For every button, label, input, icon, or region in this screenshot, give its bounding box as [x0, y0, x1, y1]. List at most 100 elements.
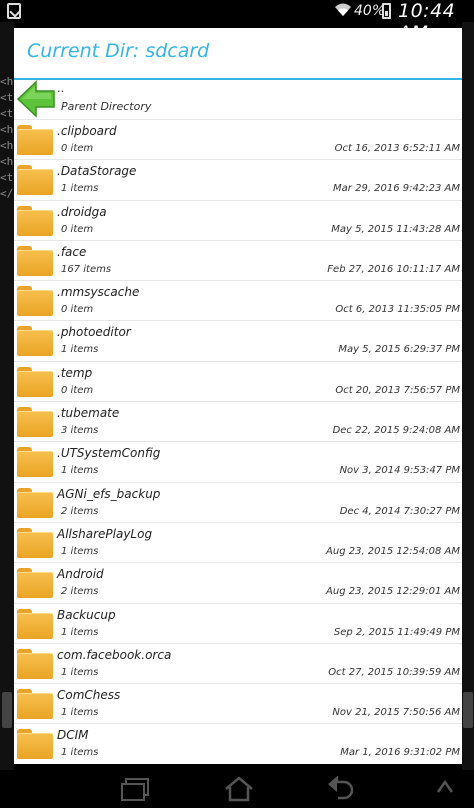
- folder-icon: [17, 608, 53, 639]
- download-icon: [7, 3, 21, 19]
- background-app-edge-right: [462, 22, 474, 770]
- folder-icon: [17, 366, 53, 397]
- folder-modified-date: May 5, 2015 6:29:37 PM: [338, 344, 460, 356]
- folder-item-count: 1 items: [61, 545, 99, 557]
- folder-name: .DataStorage: [57, 164, 137, 179]
- folder-modified-date: Sep 2, 2015 11:49:49 PM: [333, 626, 460, 638]
- folder-row[interactable]: AllsharePlayLog 1 items Aug 23, 2015 12:54…: [14, 523, 462, 564]
- code-fragment: <t: [0, 107, 14, 120]
- folder-icon: [17, 245, 53, 276]
- folder-name: .face: [57, 244, 87, 259]
- green-back-arrow-icon: [16, 80, 56, 118]
- folder-item-count: 0 item: [61, 223, 94, 235]
- folder-row[interactable]: Android 2 items Aug 23, 2015 12:29:01 AM: [14, 563, 462, 604]
- back-icon[interactable]: [326, 775, 356, 802]
- background-app-edge: <h <t <t <h <h <h <t </: [0, 22, 14, 770]
- dialog-title: Current Dir: sdcard: [27, 40, 210, 62]
- folder-modified-date: Dec 4, 2014 7:30:27 PM: [339, 505, 460, 517]
- folder-name: .UTSystemConfig: [57, 446, 161, 461]
- folder-item-count: 1 items: [61, 183, 99, 195]
- folder-modified-date: Aug 23, 2015 12:54:08 AM: [326, 545, 460, 557]
- folder-row[interactable]: com.facebook.orca 1 items Oct 27, 2015 10:…: [14, 644, 462, 685]
- folder-modified-date: Nov 21, 2015 7:50:56 AM: [332, 707, 460, 719]
- folder-icon: [17, 326, 53, 357]
- folder-item-count: 1 items: [61, 465, 99, 477]
- folder-name: com.facebook.orca: [57, 647, 172, 662]
- folder-name: .mmsyscache: [57, 285, 140, 300]
- folder-icon: [17, 689, 53, 720]
- folder-name: .temp: [57, 365, 93, 380]
- folder-item-count: 0 item: [61, 304, 94, 316]
- folder-row[interactable]: .DataStorage 1 items Mar 29, 2016 9:42:23 …: [14, 160, 462, 201]
- code-fragment: <h: [0, 123, 14, 136]
- folder-row[interactable]: .temp 0 item Oct 20, 2013 7:56:57 PM: [14, 362, 462, 403]
- folder-item-count: 167 items: [61, 263, 112, 275]
- code-fragment: <h: [0, 139, 14, 152]
- folder-modified-date: Aug 23, 2015 12:29:01 AM: [326, 586, 460, 598]
- folder-name: AllsharePlayLog: [57, 526, 153, 541]
- folder-name: .tubemate: [57, 406, 120, 421]
- folder-row[interactable]: .tubemate 3 items Dec 22, 2015 9:24:08 AM: [14, 402, 462, 443]
- parent-dots: ..: [57, 80, 65, 95]
- folder-icon: [17, 407, 53, 438]
- parent-directory-row[interactable]: .. Parent Directory: [14, 80, 462, 120]
- folder-row[interactable]: .droidga 0 item May 5, 2015 11:43:28 AM: [14, 201, 462, 241]
- battery-icon: [382, 3, 391, 19]
- folder-name: .droidga: [57, 204, 107, 219]
- folder-row[interactable]: .mmsyscache 0 item Oct 6, 2013 11:35:05 PM: [14, 281, 462, 322]
- folder-modified-date: Dec 22, 2015 9:24:08 AM: [332, 425, 460, 437]
- side-handle-right[interactable]: [463, 692, 473, 728]
- battery-percent: 40%: [354, 3, 386, 19]
- folder-item-count: 1 items: [61, 747, 99, 759]
- folder-name: DCIM: [57, 728, 89, 743]
- folder-icon: [17, 205, 53, 236]
- parent-directory-label: Parent Directory: [61, 100, 152, 113]
- folder-modified-date: May 5, 2015 11:43:28 AM: [331, 223, 460, 235]
- file-list: .. Parent Directory: [14, 80, 462, 120]
- folder-list: .clipboard 0 item Oct 16, 2013 6:52:11 AM.…: [14, 120, 462, 764]
- folder-icon: [17, 286, 53, 317]
- folder-row[interactable]: .face 167 items Feb 27, 2016 10:11:17 AM: [14, 241, 462, 282]
- folder-item-count: 1 items: [61, 626, 99, 638]
- folder-row[interactable]: AGNi_efs_backup 2 items Dec 4, 2014 7:30:2…: [14, 483, 462, 523]
- home-icon[interactable]: [222, 776, 256, 802]
- folder-modified-date: Mar 1, 2016 9:31:02 PM: [340, 747, 460, 759]
- folder-row[interactable]: .photoeditor 1 items May 5, 2015 6:29:37 P…: [14, 321, 462, 362]
- folder-item-count: 0 item: [61, 384, 94, 396]
- folder-item-count: 1 items: [61, 344, 99, 356]
- menu-icon[interactable]: [434, 776, 456, 802]
- folder-icon: [17, 527, 53, 558]
- folder-item-count: 0 item: [61, 143, 94, 154]
- side-handle-left[interactable]: [2, 692, 12, 728]
- code-fragment: <t: [0, 171, 14, 184]
- folder-name: ComChess: [57, 688, 121, 703]
- folder-name: Android: [57, 567, 104, 582]
- recent-apps-icon[interactable]: [120, 776, 152, 802]
- folder-icon: [17, 648, 53, 679]
- folder-name: .photoeditor: [57, 325, 131, 340]
- folder-row[interactable]: .clipboard 0 item Oct 16, 2013 6:52:11 AM: [14, 120, 462, 161]
- folder-icon: [17, 447, 53, 478]
- folder-item-count: 3 items: [61, 425, 99, 437]
- wifi-icon: [334, 2, 352, 23]
- folder-icon: [17, 487, 53, 518]
- folder-modified-date: Oct 16, 2013 6:52:11 AM: [334, 143, 460, 154]
- folder-icon: [17, 165, 53, 196]
- directory-dialog: Current Dir: sdcard .. Parent Directory …: [14, 28, 462, 764]
- folder-row[interactable]: DCIM 1 items Mar 1, 2016 9:31:02 PM: [14, 724, 462, 764]
- folder-row[interactable]: ComChess 1 items Nov 21, 2015 7:50:56 AM: [14, 684, 462, 725]
- folder-item-count: 2 items: [61, 505, 99, 517]
- folder-name: .clipboard: [57, 124, 117, 138]
- folder-modified-date: Mar 29, 2016 9:42:23 AM: [333, 183, 460, 195]
- code-fragment: <t: [0, 91, 14, 104]
- folder-name: Backucup: [57, 607, 116, 622]
- navigation-bar: [0, 770, 474, 808]
- folder-item-count: 2 items: [61, 586, 99, 598]
- folder-row[interactable]: .UTSystemConfig 1 items Nov 3, 2014 9:53:4…: [14, 442, 462, 483]
- folder-modified-date: Oct 20, 2013 7:56:57 PM: [335, 384, 460, 396]
- code-fragment: <h: [0, 155, 14, 168]
- folder-row[interactable]: Backucup 1 items Sep 2, 2015 11:49:49 PM: [14, 604, 462, 644]
- folder-modified-date: Nov 3, 2014 9:53:47 PM: [339, 465, 460, 477]
- folder-item-count: 1 items: [61, 707, 99, 719]
- code-fragment: </: [0, 187, 14, 200]
